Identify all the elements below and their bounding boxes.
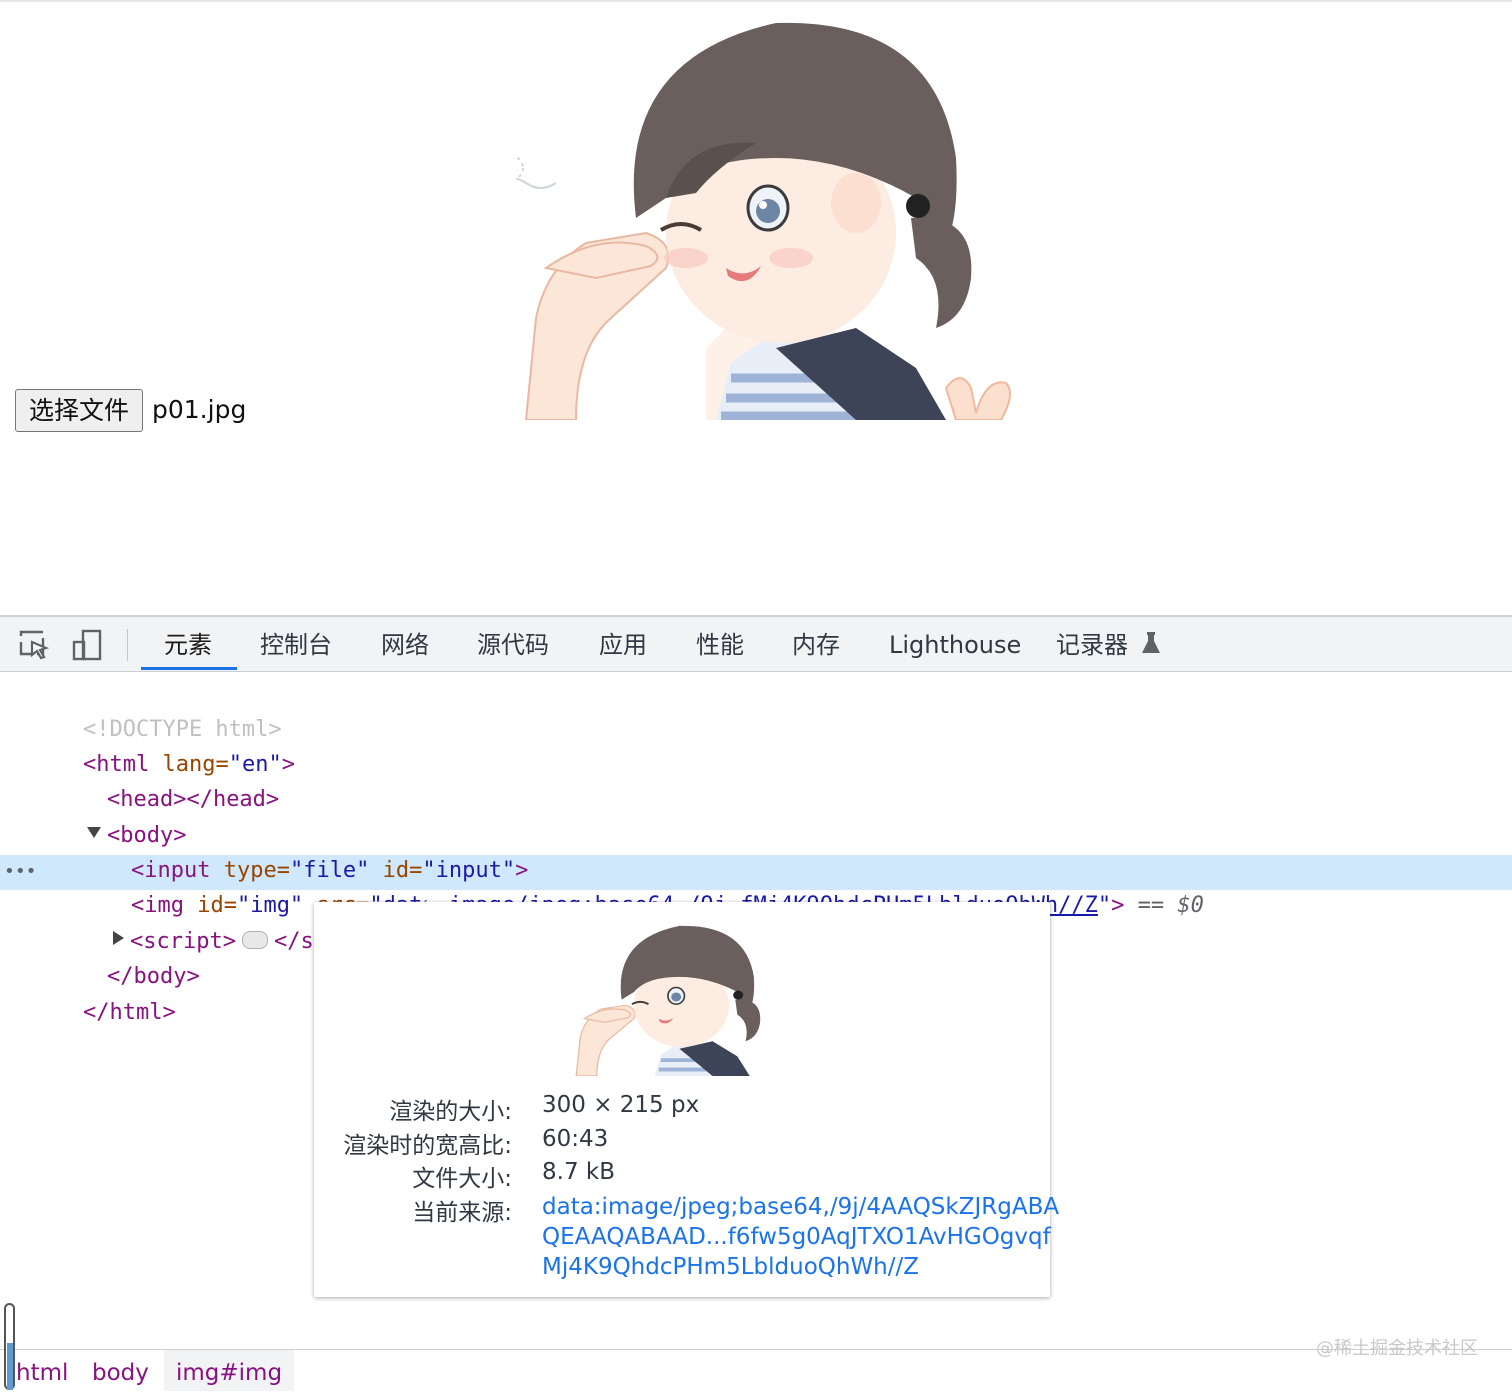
tooltip-thumbnail	[572, 924, 782, 1076]
aspect-ratio-label: 渲染时的宽高比:	[343, 1133, 512, 1159]
choose-file-button[interactable]: 选择文件	[15, 389, 143, 432]
devtools-toolbar: 元素 控制台 网络 源代码 应用 性能 内存 Lighthouse 记录器	[0, 617, 1512, 672]
inspect-element-icon[interactable]	[18, 629, 50, 661]
dom-body-close[interactable]: </body>	[54, 926, 200, 989]
html-close-bracket: >	[281, 752, 295, 777]
img-dollar-zero: $0	[1177, 893, 1204, 918]
device-toolbar-icon[interactable]	[72, 629, 104, 661]
tab-console[interactable]: 控制台	[260, 617, 332, 671]
current-source-line-3[interactable]: Mj4K9QhdcPHm5LblduoQhWh//Z	[542, 1252, 1042, 1282]
rendered-size-label: 渲染的大小:	[389, 1099, 512, 1125]
rendered-size-value: 300 × 215 px	[542, 1092, 700, 1118]
watermark: @稀土掘金技术社区	[1316, 1338, 1478, 1359]
scroll-fill	[7, 1343, 13, 1390]
page-viewport: 选择文件 p01.jpg	[0, 2, 1512, 616]
file-size-value: 8.7 kB	[542, 1159, 615, 1185]
dom-body-node[interactable]: <body>	[34, 785, 186, 848]
row-more-options-icon[interactable]: •••	[4, 855, 37, 889]
flask-icon	[1140, 631, 1164, 657]
dom-html-close[interactable]: </html>	[30, 962, 176, 1025]
breadcrumb-img[interactable]: img#img	[164, 1350, 295, 1391]
image-preview-tooltip: 渲染的大小: 300 × 215 px 渲染时的宽高比: 60:43 文件大小:…	[314, 902, 1059, 1297]
img-src-close-quote: "	[1097, 893, 1112, 918]
anime-girl-illustration	[516, 18, 1024, 420]
tab-sources[interactable]: 源代码	[477, 617, 549, 671]
breadcrumb-html[interactable]: html	[16, 1350, 68, 1391]
tab-application[interactable]: 应用	[599, 617, 647, 671]
preview-image	[516, 18, 1024, 420]
current-source-label: 当前来源:	[412, 1200, 512, 1226]
tab-memory[interactable]: 内存	[792, 617, 840, 671]
dom-input-node[interactable]: <input type="file" id="input">	[78, 820, 528, 883]
html-close-tag: </html>	[82, 1000, 176, 1025]
active-tab-indicator	[141, 667, 237, 670]
dom-html-node[interactable]: <html lang="en">	[30, 714, 295, 777]
chosen-file-name: p01.jpg	[152, 395, 247, 424]
toolbar-divider	[127, 629, 128, 661]
file-size-label: 文件大小:	[412, 1166, 512, 1192]
thumbnail-illustration	[572, 924, 782, 1076]
current-source-line-1[interactable]: data:image/jpeg;base64,/9j/4AAQSkZJRgABA	[542, 1192, 1059, 1222]
tab-network[interactable]: 网络	[381, 617, 429, 671]
aspect-ratio-value: 60:43	[542, 1126, 609, 1152]
tab-elements[interactable]: 元素	[164, 617, 212, 671]
breadcrumb-body[interactable]: body	[92, 1350, 149, 1391]
tab-recorder[interactable]: 记录器	[1056, 617, 1128, 671]
collapsed-content-ellipsis-icon[interactable]	[241, 931, 268, 949]
breadcrumb: html body img#img	[0, 1349, 1512, 1391]
img-equals-marker: ==	[1124, 893, 1178, 918]
dom-head-node[interactable]: <head></head>	[54, 749, 279, 812]
img-close-bracket: >	[1111, 893, 1125, 918]
tab-performance[interactable]: 性能	[696, 617, 744, 671]
tab-lighthouse[interactable]: Lighthouse	[889, 617, 1021, 671]
current-source-line-2[interactable]: QEAAQABAAD...f6fw5g0AqJTXO1AvHGOgvqf	[542, 1222, 1051, 1252]
dom-doctype[interactable]: <!DOCTYPE html>	[30, 679, 282, 742]
dom-img-node[interactable]: <img id="img" src="data:image/jpeg;base6…	[78, 855, 1204, 918]
